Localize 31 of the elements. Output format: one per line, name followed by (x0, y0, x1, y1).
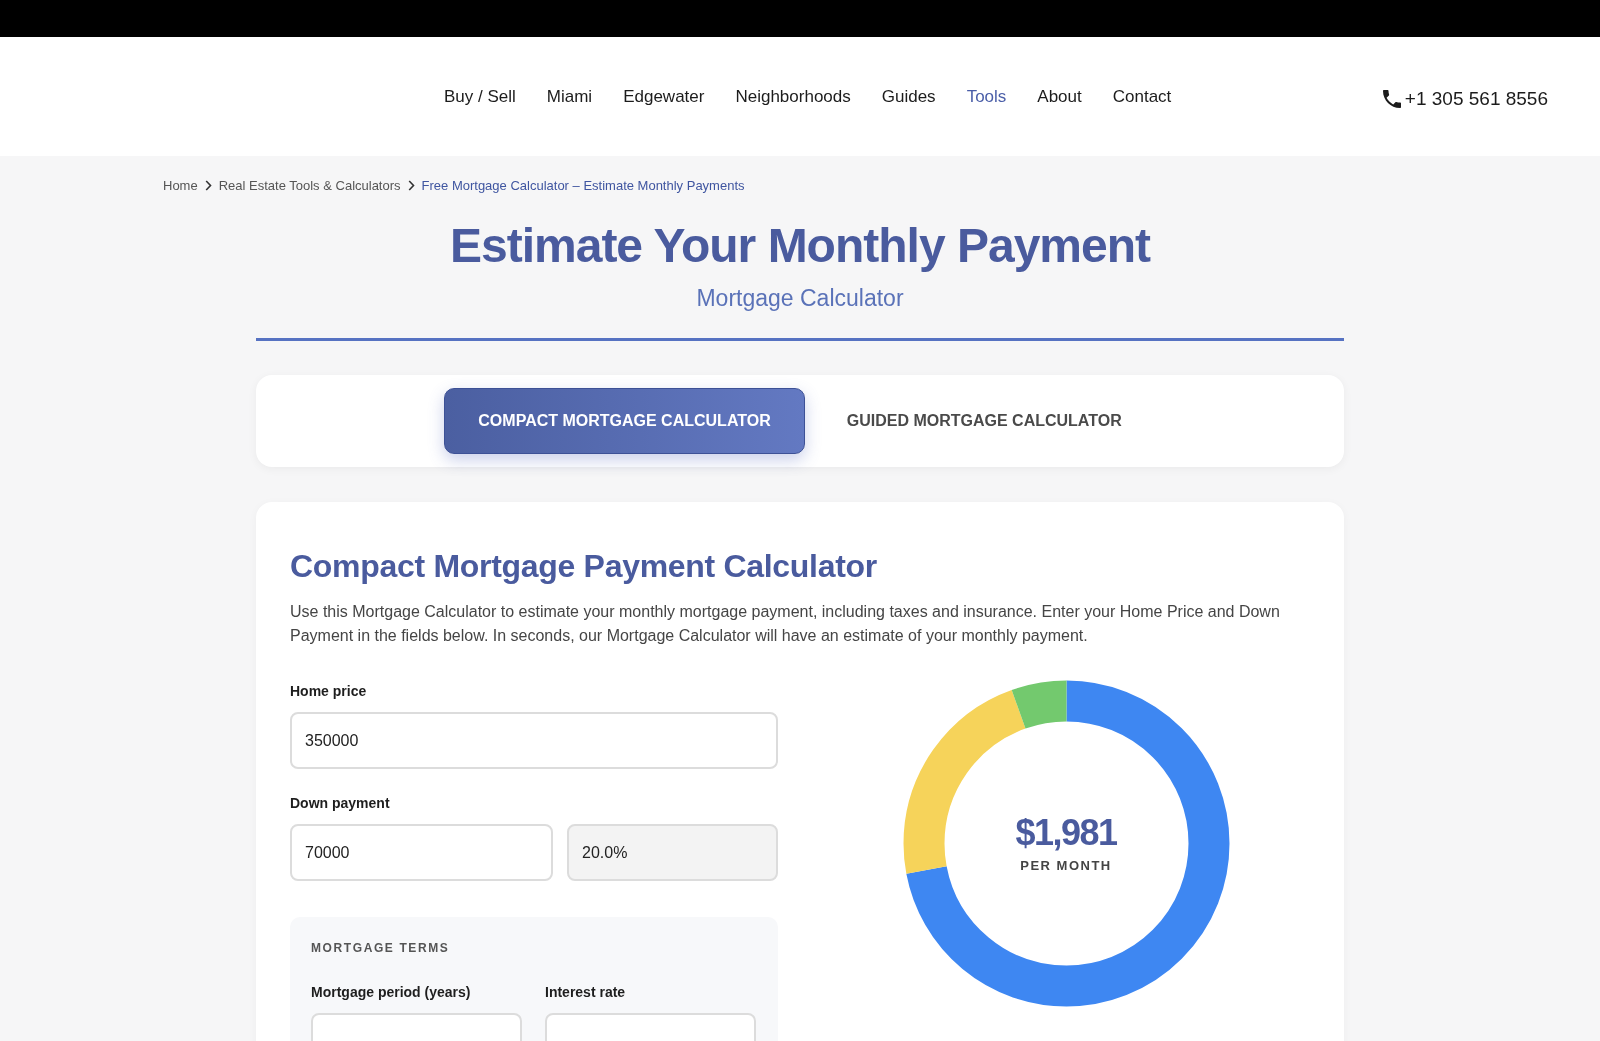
calculator-title: Compact Mortgage Payment Calculator (290, 547, 878, 586)
nav-link[interactable]: Contact (1112, 86, 1172, 107)
nav-link[interactable]: About (1037, 86, 1082, 107)
section-heading: MORTGAGE TERMS (311, 940, 451, 956)
breadcrumb-link[interactable]: Free Mortgage Calculator – Estimate Monthly Payments (421, 177, 745, 194)
page-subtitle: Mortgage Calculator (695, 284, 905, 312)
input-field[interactable]: 70000 (290, 824, 553, 881)
nav-link[interactable]: Miami (546, 86, 593, 107)
nav-link[interactable]: Tools (966, 86, 1007, 107)
chevron-right-icon (407, 180, 415, 191)
page-title: Estimate Your Monthly Payment (448, 218, 1152, 274)
breadcrumb-link[interactable]: Home (163, 177, 198, 194)
field-label: Home price (290, 682, 368, 700)
nav-link[interactable]: Neighborhoods (735, 86, 851, 107)
nav-link[interactable]: Guides (881, 86, 936, 107)
breadcrumb-link[interactable]: Real Estate Tools & Calculators (218, 177, 401, 194)
phone-icon (1382, 89, 1401, 108)
input-field[interactable]: 20.0% (567, 824, 778, 881)
field-label: Down payment (290, 794, 391, 812)
field-label: Interest rate (545, 983, 627, 1001)
monthly-payment-amount: $1,981 (1015, 813, 1117, 853)
phone-link[interactable]: +1 305 561 8556 (1382, 87, 1548, 110)
calculator-tab[interactable]: COMPACT MORTGAGE CALCULATOR (444, 388, 805, 454)
nav-link[interactable]: Edgewater (623, 86, 705, 107)
per-month-label: PER MONTH (1020, 858, 1112, 874)
input-field[interactable]: 350000 (290, 712, 778, 769)
field-label: Mortgage period (years) (311, 983, 472, 1001)
nav-link[interactable]: Buy / Sell (444, 86, 516, 107)
chevron-right-icon (204, 180, 212, 191)
calculator-tab[interactable]: GUIDED MORTGAGE CALCULATOR (812, 388, 1156, 454)
calculator-description: Use this Mortgage Calculator to estimate your monthly mortgage payment, including taxes and insurance. Enter your Home Price and Down Payment in the fields below. In seconds, our Mortgage Calculator will have an estimate of your monthly payment. (290, 602, 1281, 646)
